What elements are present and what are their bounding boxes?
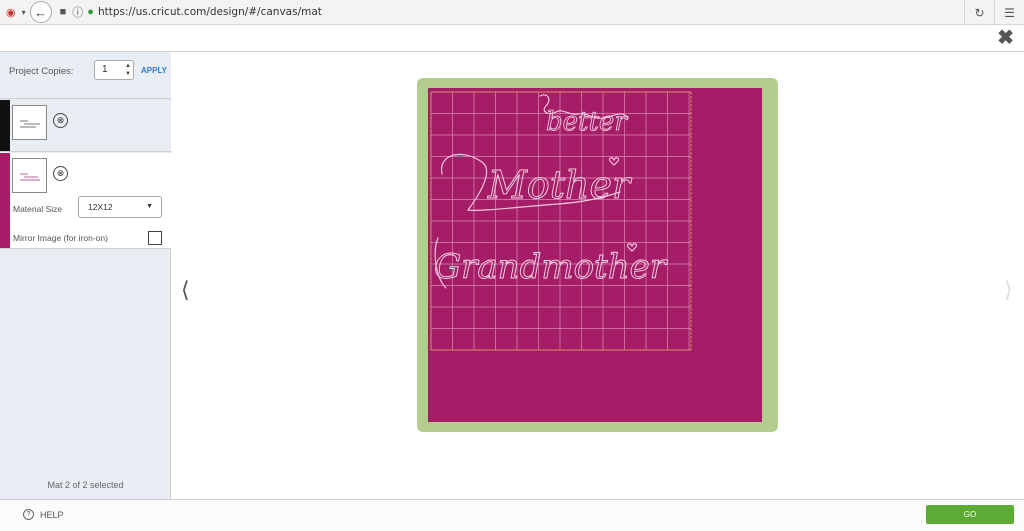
lock-icon: ● bbox=[87, 6, 94, 18]
site-settings-icon[interactable]: ◉ bbox=[6, 6, 16, 19]
footer-bar: ? HELP GO bbox=[0, 499, 1024, 531]
back-button[interactable]: ← bbox=[29, 1, 52, 23]
material-size-label: Material Size bbox=[13, 204, 63, 214]
previous-mat-icon[interactable]: ⟨ bbox=[181, 278, 190, 303]
reload-icon[interactable]: ↻ bbox=[964, 0, 994, 25]
mat-color-indicator bbox=[0, 100, 10, 151]
project-copies-value: 1 bbox=[102, 64, 108, 75]
address-bar[interactable]: https://us.cricut.com/design/#/canvas/ma… bbox=[98, 6, 322, 18]
app-header: ✖ bbox=[0, 26, 1024, 52]
design-word-better-text: better bbox=[546, 107, 628, 137]
mat-thumbnail bbox=[12, 158, 47, 193]
mirror-image-checkbox[interactable] bbox=[148, 231, 162, 245]
mat-thumbnail bbox=[12, 105, 47, 140]
info-icon[interactable]: ⓘ bbox=[72, 4, 83, 20]
help-icon: ? bbox=[23, 509, 34, 520]
design-word-grandmother-text: Grandmother bbox=[434, 247, 668, 287]
close-icon[interactable]: ✖ bbox=[997, 28, 1014, 48]
material-size-value: 12X12 bbox=[88, 202, 113, 212]
copies-stepper[interactable]: ▲ ▼ bbox=[125, 62, 131, 78]
cutting-mat-frame: better Mother Grandmother bbox=[417, 78, 778, 432]
project-copies-row: Project Copies: 1 ▲ ▼ APPLY bbox=[0, 52, 171, 99]
go-button[interactable]: GO bbox=[926, 505, 1014, 524]
mat-grid: better Mother Grandmother bbox=[430, 91, 692, 351]
dropdown-icon[interactable]: ▾ bbox=[22, 8, 26, 17]
mat-item-1[interactable]: ⊗ bbox=[0, 100, 171, 152]
reader-icon[interactable]: ■ bbox=[60, 6, 67, 18]
help-label: HELP bbox=[40, 509, 64, 520]
hide-mat-icon[interactable]: ⊗ bbox=[53, 166, 68, 181]
mat-selection-status: Mat 2 of 2 selected bbox=[47, 480, 124, 490]
chevron-down-icon: ▼ bbox=[146, 203, 153, 210]
browser-toolbar: ◉ ▾ ← ■ ⓘ ● https://us.cricut.com/design… bbox=[0, 0, 1024, 25]
mirror-image-label: Mirror Image (for iron-on) bbox=[13, 233, 108, 243]
mat-item-2[interactable]: ⊗ Material Size 12X12 ▼ Mirror Image (fo… bbox=[0, 153, 171, 249]
mat-color-indicator bbox=[0, 153, 10, 248]
help-link[interactable]: ? HELP bbox=[23, 509, 64, 520]
hamburger-icon[interactable]: ☰ bbox=[994, 0, 1024, 25]
cutting-mat: better Mother Grandmother bbox=[428, 88, 762, 422]
project-copies-label: Project Copies: bbox=[9, 66, 74, 77]
apply-button[interactable]: APPLY bbox=[141, 66, 167, 75]
design-word-mother-text: Mother bbox=[487, 163, 633, 207]
project-copies-input[interactable]: 1 ▲ ▼ bbox=[94, 60, 134, 80]
material-size-select[interactable]: 12X12 ▼ bbox=[78, 196, 162, 218]
mat-sidebar: Project Copies: 1 ▲ ▼ APPLY ⊗ ⊗ Material… bbox=[0, 52, 171, 499]
next-mat-icon[interactable]: ⟩ bbox=[1004, 278, 1013, 303]
hide-mat-icon[interactable]: ⊗ bbox=[53, 113, 68, 128]
